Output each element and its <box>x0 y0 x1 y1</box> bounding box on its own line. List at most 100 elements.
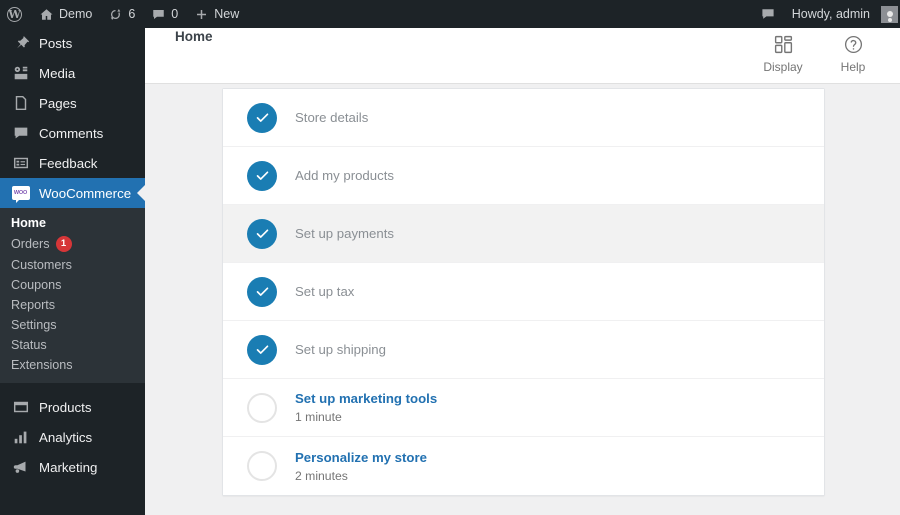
display-button[interactable]: Display <box>748 34 818 74</box>
task-title[interactable]: Personalize my store <box>295 450 427 465</box>
page-header: Home Display Help <box>145 28 900 84</box>
orders-count-badge: 1 <box>55 236 72 252</box>
sidebar-item-products[interactable]: Products <box>0 392 145 422</box>
submenu-label: Orders <box>11 237 50 251</box>
task-row[interactable]: Set up shipping <box>223 321 824 379</box>
task-text: Set up tax <box>295 284 354 299</box>
sidebar-item-posts[interactable]: Posts <box>0 28 145 58</box>
task-row[interactable]: Personalize my store 2 minutes <box>223 437 824 495</box>
task-title: Store details <box>295 110 369 125</box>
sidebar-item-orders[interactable]: Orders 1 <box>0 233 145 255</box>
task-title: Set up tax <box>295 284 355 299</box>
avatar <box>881 5 898 23</box>
new-label: New <box>214 7 240 21</box>
feedback-button[interactable] <box>752 0 784 28</box>
submenu-label: Home <box>11 216 46 230</box>
task-duration: 2 minutes <box>295 468 348 483</box>
display-label: Display <box>763 60 803 74</box>
wp-admin-bar: W Demo 6 0 New Howdy, admin <box>0 0 900 28</box>
submenu-label: Coupons <box>11 278 62 292</box>
breadcrumb: Home <box>175 29 213 44</box>
site-name-label: Demo <box>59 7 93 21</box>
task-complete-check-icon <box>247 102 277 133</box>
task-text: Set up shipping <box>295 342 386 357</box>
task-complete-check-icon <box>247 160 277 191</box>
task-text: Set up marketing tools 1 minute <box>295 391 437 424</box>
task-incomplete-circle-icon <box>247 392 277 423</box>
sidebar-item-comments[interactable]: Comments <box>0 118 145 148</box>
task-row[interactable]: Store details <box>223 89 824 147</box>
feedback-bubble-icon <box>762 9 774 19</box>
setup-task-list-card: Store details Add my products Set up pay… <box>222 88 825 496</box>
woocommerce-icon: WOO <box>11 186 30 203</box>
task-text: Store details <box>295 110 368 125</box>
plus-icon <box>197 9 207 19</box>
sidebar-item-label: Marketing <box>39 459 98 475</box>
howdy-label: Howdy, admin <box>791 7 870 21</box>
sidebar-item-feedback[interactable]: Feedback <box>0 148 145 178</box>
task-complete-check-icon <box>247 334 277 365</box>
task-text: Set up payments <box>295 226 394 241</box>
sidebar-item-extensions[interactable]: Extensions <box>0 355 145 375</box>
task-title: Set up shipping <box>295 342 386 357</box>
megaphone-icon <box>11 458 30 476</box>
task-title: Set up payments <box>295 226 394 241</box>
sidebar-item-label: Products <box>39 399 92 415</box>
pages-icon <box>11 94 30 112</box>
new-content-button[interactable]: New <box>186 0 247 28</box>
my-account-button[interactable]: Howdy, admin <box>784 0 900 28</box>
sidebar-item-pages[interactable]: Pages <box>0 88 145 118</box>
help-label: Help <box>840 60 866 74</box>
submenu-label: Extensions <box>11 358 73 372</box>
layout-grid-icon <box>774 35 792 54</box>
wp-logo-button[interactable]: W <box>0 0 31 28</box>
updates-icon <box>111 8 121 20</box>
submenu-label: Status <box>11 338 47 352</box>
sidebar-item-label: Comments <box>39 125 104 141</box>
sidebar-item-status[interactable]: Status <box>0 335 145 355</box>
sidebar-item-label: Posts <box>39 35 73 51</box>
sidebar-item-coupons[interactable]: Coupons <box>0 275 145 295</box>
updates-count: 6 <box>128 7 136 21</box>
sidebar-item-home[interactable]: Home <box>0 213 145 233</box>
updates-button[interactable]: 6 <box>100 0 143 28</box>
help-button[interactable]: Help <box>818 34 888 74</box>
sidebar-item-media[interactable]: Media <box>0 58 145 88</box>
pin-icon <box>11 34 30 52</box>
woocommerce-submenu: Home Orders 1 Customers Coupons Reports … <box>0 208 145 383</box>
task-row[interactable]: Set up marketing tools 1 minute <box>223 379 824 437</box>
submenu-label: Customers <box>11 258 72 272</box>
comment-bubble-icon <box>153 9 165 19</box>
sidebar-item-settings[interactable]: Settings <box>0 315 145 335</box>
task-complete-check-icon <box>247 218 277 249</box>
sidebar-item-woocommerce[interactable]: WOO WooCommerce <box>0 178 145 208</box>
comments-count: 0 <box>171 7 179 21</box>
task-complete-check-icon <box>247 276 277 307</box>
sidebar-item-customers[interactable]: Customers <box>0 255 145 275</box>
sidebar-item-label: Media <box>39 65 76 81</box>
sidebar-item-label: Pages <box>39 95 77 111</box>
sidebar-item-label: Analytics <box>39 429 93 445</box>
comments-button[interactable]: 0 <box>143 0 186 28</box>
site-name-button[interactable]: Demo <box>31 0 100 28</box>
sidebar-item-reports[interactable]: Reports <box>0 295 145 315</box>
products-icon <box>11 398 30 416</box>
task-row[interactable]: Set up payments <box>223 205 824 263</box>
header-actions: Display Help <box>748 34 888 74</box>
sidebar-item-label: Feedback <box>39 155 98 171</box>
task-text: Add my products <box>295 168 394 183</box>
sidebar-item-marketing[interactable]: Marketing <box>0 452 145 482</box>
task-incomplete-circle-icon <box>247 451 277 481</box>
question-circle-icon <box>844 35 862 54</box>
sidebar-item-label: WooCommerce <box>39 185 132 201</box>
task-title: Add my products <box>295 168 394 183</box>
admin-sidebar-menu: Posts Media Pages Comments Feedback WOO <box>0 28 145 515</box>
task-duration: 1 minute <box>295 410 342 424</box>
submenu-label: Reports <box>11 298 56 312</box>
task-row[interactable]: Add my products <box>223 147 824 205</box>
task-row[interactable]: Set up tax <box>223 263 824 321</box>
task-title[interactable]: Set up marketing tools <box>295 391 437 406</box>
media-icon <box>11 64 30 82</box>
task-text: Personalize my store 2 minutes <box>295 450 427 483</box>
sidebar-item-analytics[interactable]: Analytics <box>0 422 145 452</box>
